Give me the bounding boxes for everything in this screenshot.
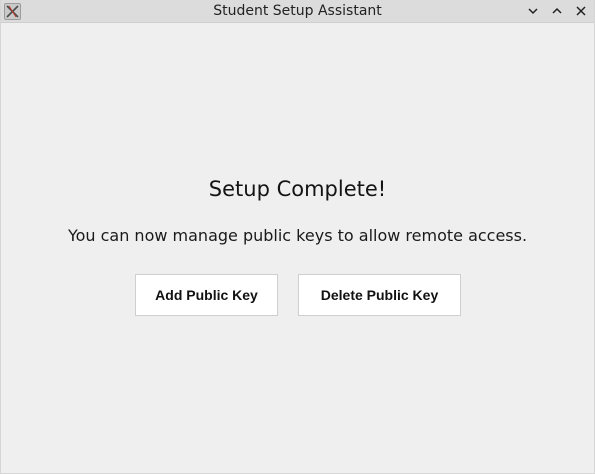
delete-public-key-button[interactable]: Delete Public Key [298,274,461,316]
add-public-key-button[interactable]: Add Public Key [135,274,278,316]
window-controls [524,2,590,21]
minimize-icon [528,8,538,15]
window-title: Student Setup Assistant [213,3,382,19]
main-content: Setup Complete! You can now manage publi… [1,24,594,474]
close-icon [576,6,586,16]
close-button[interactable] [572,2,590,20]
app-window: Student Setup Assistant Setup Complete! … [0,0,595,474]
status-message: You can now manage public keys to allow … [67,226,528,245]
setup-complete-heading: Setup Complete! [208,177,387,201]
maximize-icon [552,7,562,14]
maximize-button[interactable] [548,2,566,20]
minimize-button[interactable] [524,2,542,20]
title-bar[interactable]: Student Setup Assistant [1,0,594,23]
